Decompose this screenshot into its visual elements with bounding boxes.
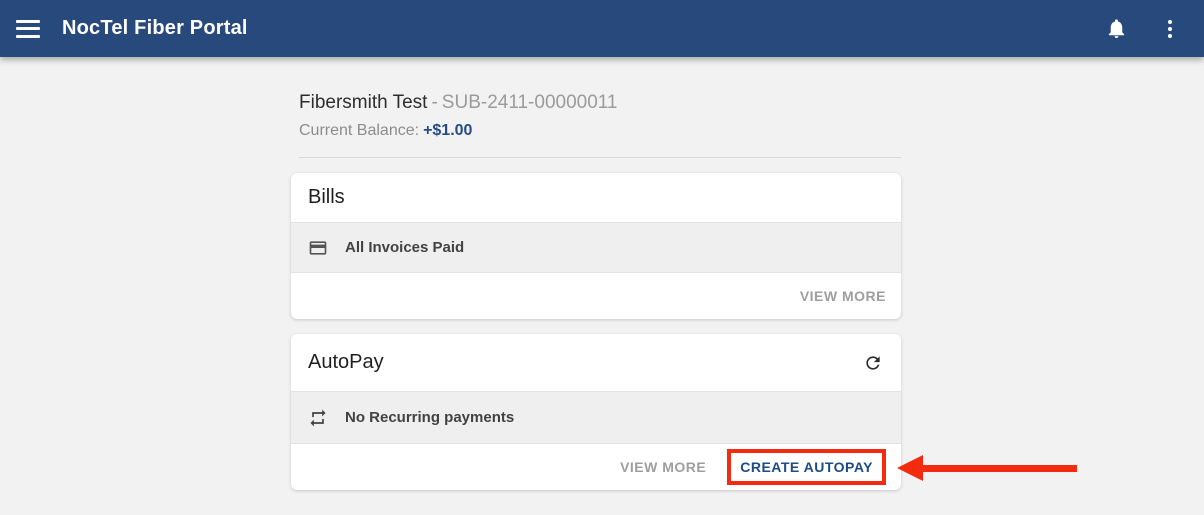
- create-autopay-button[interactable]: CREATE AUTOPAY: [740, 459, 873, 475]
- app-title: NocTel Fiber Portal: [62, 17, 248, 40]
- app-bar-actions: [1105, 17, 1188, 40]
- bills-card-header: Bills: [291, 173, 901, 222]
- account-name: Fibersmith Test: [299, 92, 427, 113]
- menu-button[interactable]: [16, 20, 40, 38]
- autopay-card-header: AutoPay: [291, 334, 901, 391]
- app-bar: NocTel Fiber Portal: [0, 0, 1204, 57]
- autopay-status-text: No Recurring payments: [345, 409, 514, 426]
- bills-status-text: All Invoices Paid: [345, 239, 464, 256]
- balance-label: Current Balance:: [299, 122, 419, 139]
- refresh-icon: [863, 353, 883, 373]
- subscription-id: SUB-2411-00000011: [442, 92, 618, 113]
- arrow-line: [921, 465, 1077, 472]
- overflow-menu-button[interactable]: [1162, 20, 1178, 38]
- bills-card-footer: VIEW MORE: [291, 273, 901, 319]
- autopay-card: AutoPay No Recurring payments VIEW MORE …: [291, 334, 901, 490]
- balance-value: +$1.00: [423, 122, 472, 139]
- annotation-arrow: [897, 455, 1078, 482]
- bills-view-more-button[interactable]: VIEW MORE: [800, 288, 886, 304]
- page-title: Fibersmith Test-SUB-2411-00000011: [299, 92, 901, 114]
- bell-icon: [1105, 17, 1128, 40]
- notifications-button[interactable]: [1105, 17, 1128, 40]
- repeat-icon: [308, 408, 328, 428]
- autopay-card-title: AutoPay: [308, 351, 384, 374]
- main-content: Fibersmith Test-SUB-2411-00000011 Curren…: [291, 92, 901, 490]
- credit-card-icon: [308, 238, 328, 258]
- autopay-view-more-button[interactable]: VIEW MORE: [620, 459, 706, 475]
- bills-card: Bills All Invoices Paid VIEW MORE: [291, 173, 901, 319]
- autopay-refresh-button[interactable]: [863, 353, 883, 373]
- arrow-head-icon: [897, 455, 923, 481]
- annotation-highlight-box: CREATE AUTOPAY: [727, 449, 886, 485]
- autopay-card-footer: VIEW MORE CREATE AUTOPAY: [291, 444, 901, 490]
- bills-status-row: All Invoices Paid: [291, 222, 901, 273]
- title-separator: -: [431, 92, 437, 113]
- autopay-status-row: No Recurring payments: [291, 391, 901, 444]
- section-divider: [299, 157, 901, 158]
- account-heading: Fibersmith Test-SUB-2411-00000011 Curren…: [291, 92, 901, 158]
- bills-card-title: Bills: [308, 186, 345, 209]
- current-balance: Current Balance:+$1.00: [299, 122, 901, 140]
